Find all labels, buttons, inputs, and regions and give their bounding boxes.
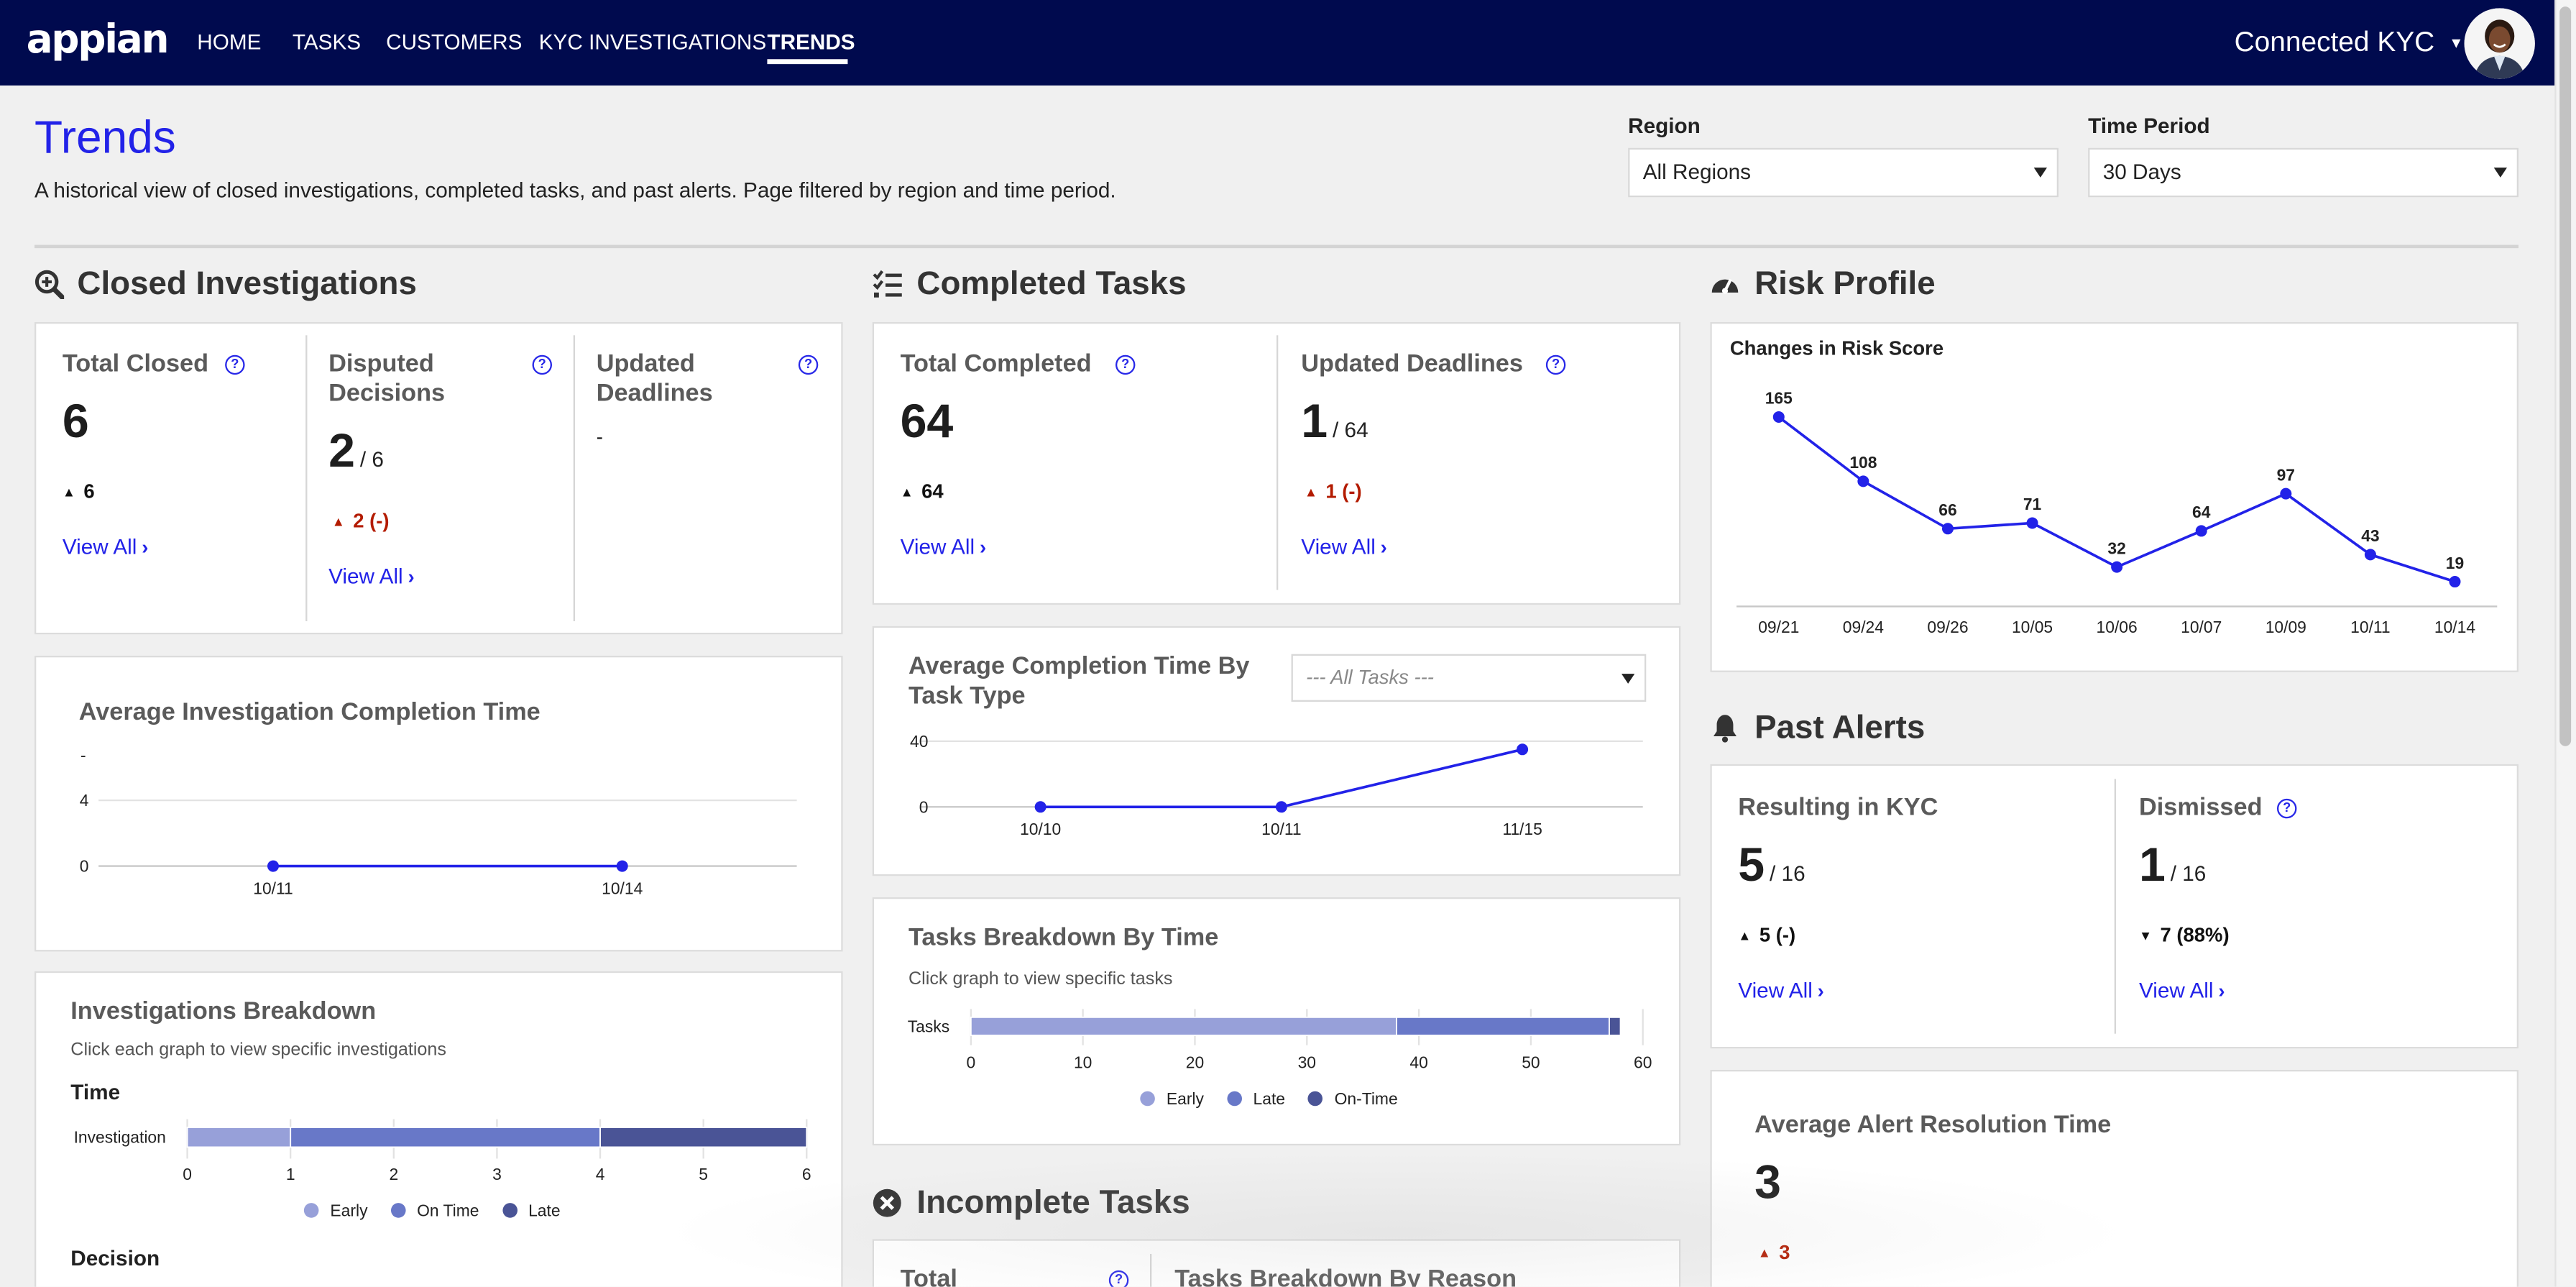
x-tick-label: 1 <box>286 1165 295 1183</box>
y-tick-label: 4 <box>80 791 89 810</box>
x-tick-label: 09/26 <box>1927 618 1968 636</box>
data-point <box>616 860 628 872</box>
y-tick-label: 0 <box>80 857 89 876</box>
x-tick-label: 0 <box>966 1053 975 1072</box>
data-point <box>2111 561 2123 573</box>
data-point <box>2280 487 2292 500</box>
risk-score-chart: 09/21 165 09/24 108 09/26 66 10/05 71 10/06 32 10/… <box>1736 389 2498 636</box>
data-point <box>267 860 279 872</box>
x-tick-label: 10/05 <box>2012 618 2053 636</box>
data-label: 19 <box>2446 554 2464 572</box>
x-tick-label: 10/09 <box>2266 618 2306 636</box>
x-tick-label: 5 <box>699 1165 708 1183</box>
x-tick-label: 10/11 <box>2350 618 2390 636</box>
data-point <box>2449 576 2461 588</box>
data-point <box>2195 525 2207 537</box>
avg-investigation-chart: 0 4 - 10/11 10/14 <box>80 746 797 897</box>
x-tick-label: 30 <box>1298 1053 1316 1072</box>
x-tick-label: 10/11 <box>253 879 293 897</box>
avg-task-type-chart: 0 40 10/10 10/11 11/15 <box>910 732 1643 838</box>
bar-segment-early[interactable] <box>970 1016 1397 1036</box>
bar-segment-late[interactable] <box>599 1127 808 1148</box>
data-label: 66 <box>1938 500 1956 519</box>
y-tick-label: 40 <box>910 732 928 751</box>
category-label: Tasks <box>908 1017 949 1035</box>
bar-segment-late[interactable] <box>1396 1016 1610 1036</box>
trends-page: appian HOME TASKS CUSTOMERS KYC INVESTIG… <box>0 0 2576 1287</box>
x-tick-label: 60 <box>1634 1053 1652 1072</box>
data-point <box>1772 411 1785 423</box>
x-tick-label: 10/10 <box>1020 820 1061 838</box>
x-tick-label: 09/24 <box>1843 618 1884 636</box>
data-point <box>1857 475 1869 487</box>
data-label: 43 <box>2361 526 2379 545</box>
x-tick-label: 0 <box>183 1165 192 1183</box>
x-tick-label: 09/21 <box>1758 618 1799 636</box>
data-label: 64 <box>2192 503 2211 521</box>
x-tick-label: 3 <box>492 1165 502 1183</box>
data-label: 71 <box>2023 495 2042 513</box>
data-point <box>1517 743 1529 756</box>
x-tick-label: 10/07 <box>2181 618 2222 636</box>
investigations-time-chart: 0 1 2 3 4 5 6 Investigation <box>74 1119 811 1183</box>
x-tick-label: 10/14 <box>2434 618 2475 636</box>
data-point <box>2026 517 2038 529</box>
x-tick-label: 10/11 <box>1261 820 1301 838</box>
x-tick-label: 10/06 <box>2097 618 2138 636</box>
y-tick-label: 0 <box>919 797 929 816</box>
data-label: 165 <box>1765 389 1793 408</box>
bar-segment-on-time[interactable] <box>1609 1016 1622 1036</box>
category-label: Investigation <box>74 1128 166 1147</box>
bar-segment-on-time[interactable] <box>290 1127 601 1148</box>
charts-layer: 04-10/11 10/1404010/10 10/11 11/1509/211650… <box>74 389 2498 1183</box>
x-tick-label: 10/14 <box>602 879 643 897</box>
data-label: 97 <box>2277 465 2295 484</box>
x-tick-label: 2 <box>389 1165 398 1183</box>
data-label: 108 <box>1849 453 1877 472</box>
x-tick-label: 20 <box>1186 1053 1204 1072</box>
data-point <box>1034 801 1046 813</box>
x-tick-label: 40 <box>1409 1053 1427 1072</box>
x-tick-label: 50 <box>1522 1053 1540 1072</box>
data-point <box>1275 801 1287 813</box>
x-tick-label: 6 <box>802 1165 811 1183</box>
bar-segment-early[interactable] <box>186 1127 292 1148</box>
data-point <box>2364 549 2376 561</box>
data-label: 32 <box>2107 539 2125 557</box>
series-line <box>1040 748 1523 809</box>
x-tick-label: 11/15 <box>1502 820 1542 838</box>
x-tick-label: 10 <box>1074 1053 1092 1072</box>
tasks-time-chart: 0 10 20 30 40 50 60 Tasks <box>908 1009 1652 1072</box>
y-top-label: - <box>80 746 86 764</box>
data-point <box>1941 523 1954 535</box>
x-tick-label: 4 <box>596 1165 605 1183</box>
